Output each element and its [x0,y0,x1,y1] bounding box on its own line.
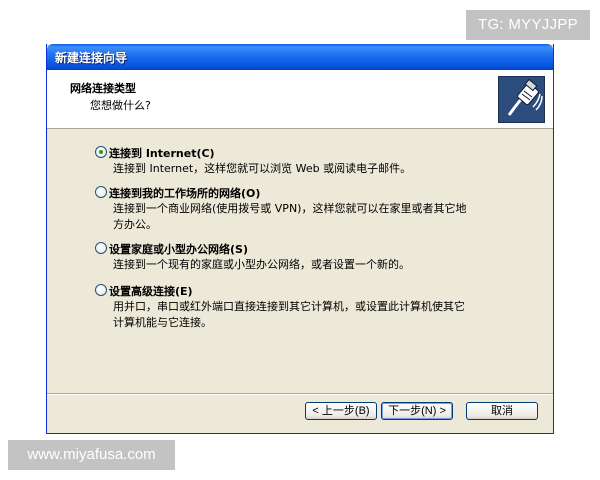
option-description: 连接到 Internet，这样您就可以浏览 Web 或阅读电子邮件。 [113,162,412,175]
option-label: 设置高级连接(E) [109,285,193,298]
radio-connect-workplace[interactable] [95,186,107,198]
option-description: 连接到一个商业网络(使用拨号或 VPN)，这样您就可以在家里或者其它地 方办公。 [113,202,467,231]
wizard-header: 网络连接类型 您想做什么? [47,70,553,129]
cancel-button[interactable]: 取消 [466,402,538,420]
back-button[interactable]: < 上一步(B) [305,402,377,420]
next-button[interactable]: 下一步(N) > [381,402,453,420]
footer-divider [47,393,553,395]
watermark-bottom: www.miyafusa.com [8,440,175,470]
window-title: 新建连接向导 [55,51,128,65]
option-description: 用并口，串口或红外端口直接连接到其它计算机，或设置此计算机使其它 计算机能与它连… [113,300,465,329]
radio-connect-internet[interactable] [95,146,107,158]
new-connection-wizard-window: 新建连接向导 网络连接类型 您想做什么? 连接到 Internet(C) 连接到… [46,44,554,434]
option-label: 连接到我的工作场所的网络(O) [109,187,261,200]
header-title: 网络连接类型 [70,82,136,95]
network-cable-icon [498,76,545,123]
option-label: 连接到 Internet(C) [109,147,215,160]
header-subtitle: 您想做什么? [90,99,151,112]
radio-home-network[interactable] [95,242,107,254]
title-bar[interactable]: 新建连接向导 [47,44,553,70]
radio-advanced-connection[interactable] [95,284,107,296]
watermark-top: TG: MYYJJPP [466,10,590,40]
option-description: 连接到一个现有的家庭或小型办公网络，或者设置一个新的。 [113,258,410,271]
option-label: 设置家庭或小型办公网络(S) [109,243,248,256]
